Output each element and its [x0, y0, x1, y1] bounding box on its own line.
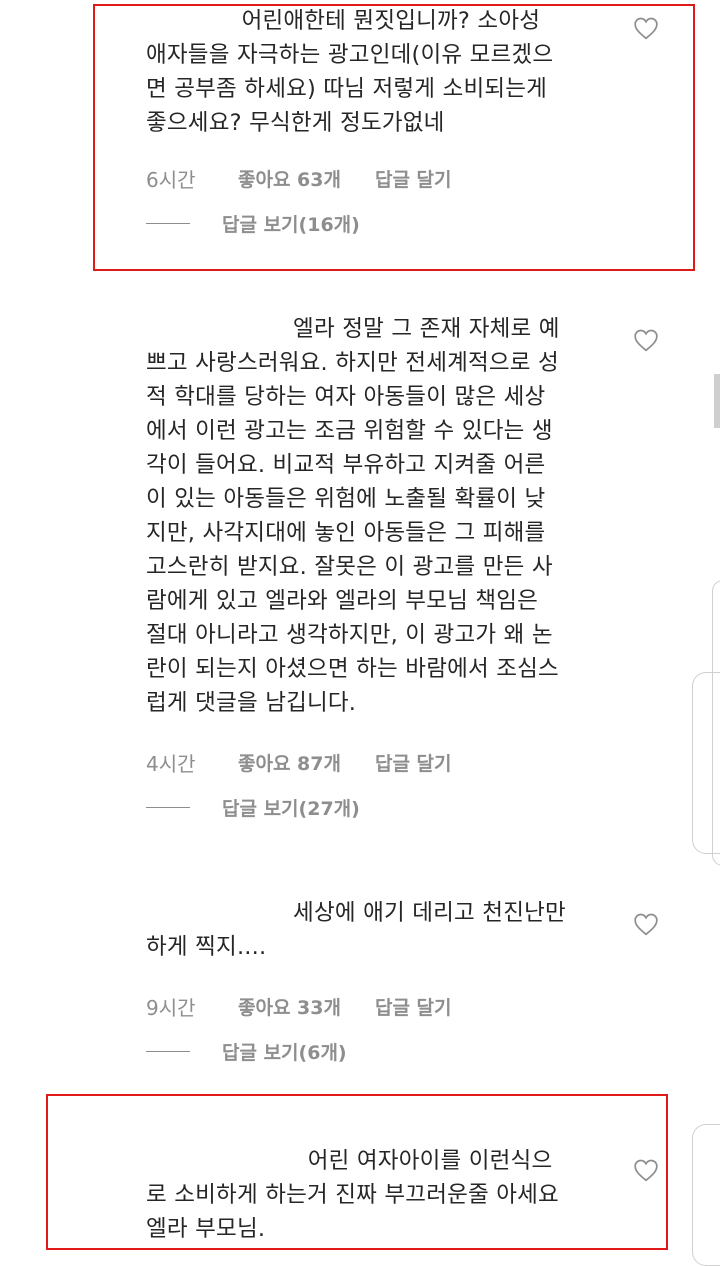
view-replies-button[interactable]: 답글 보기(6개) [146, 1038, 347, 1065]
heart-outline-icon[interactable] [633, 16, 659, 40]
comment-meta: 4시간 좋아요 87개 답글 달기 [146, 748, 452, 777]
view-replies-label: 답글 보기(27개) [222, 798, 360, 820]
comment-text: 세상에 애기 데리고 천진난만 하게 찍지.... [146, 900, 566, 960]
heart-outline-icon[interactable] [633, 912, 659, 936]
edge-panel-bottom [692, 1124, 720, 1266]
divider-line [146, 1051, 190, 1052]
divider-line [146, 807, 190, 808]
heart-outline-icon[interactable] [633, 328, 659, 352]
reply-button[interactable]: 답글 달기 [375, 165, 452, 192]
likes-count-button[interactable]: 좋아요 33개 [238, 993, 341, 1020]
scroll-indicator[interactable] [714, 374, 720, 428]
heart-outline-icon[interactable] [633, 1158, 659, 1182]
view-replies-label: 답글 보기(6개) [222, 1042, 347, 1064]
comment-text: 어린 여자아이를 이런식으 로 소비하게 하는거 진짜 부끄러운줄 아세요 엘라… [146, 1148, 559, 1242]
comment-meta: 6시간 좋아요 63개 답글 달기 [146, 164, 452, 193]
comment-time: 6시간 [146, 168, 196, 192]
reply-button[interactable]: 답글 달기 [375, 749, 452, 776]
comment-text: 엘라 정말 그 존재 자체로 예 쁘고 사랑스러워요. 하지만 전세계적으로 성… [146, 316, 560, 716]
view-replies-button[interactable]: 답글 보기(27개) [146, 794, 360, 821]
comment-meta: 9시간 좋아요 33개 답글 달기 [146, 992, 452, 1021]
comment-time: 9시간 [146, 996, 196, 1020]
edge-panel-inner [692, 672, 720, 854]
comment-time: 4시간 [146, 752, 196, 776]
likes-count-button[interactable]: 좋아요 63개 [238, 165, 341, 192]
view-replies-label: 답글 보기(16개) [222, 214, 360, 236]
reply-button[interactable]: 답글 달기 [375, 993, 452, 1020]
likes-count-button[interactable]: 좋아요 87개 [238, 749, 341, 776]
divider-line [146, 223, 190, 224]
view-replies-button[interactable]: 답글 보기(16개) [146, 210, 360, 237]
comment-text: 어린애한테 뭔짓입니까? 소아성 애자들을 자극하는 광고인데(이유 모르겠으 … [146, 8, 554, 136]
